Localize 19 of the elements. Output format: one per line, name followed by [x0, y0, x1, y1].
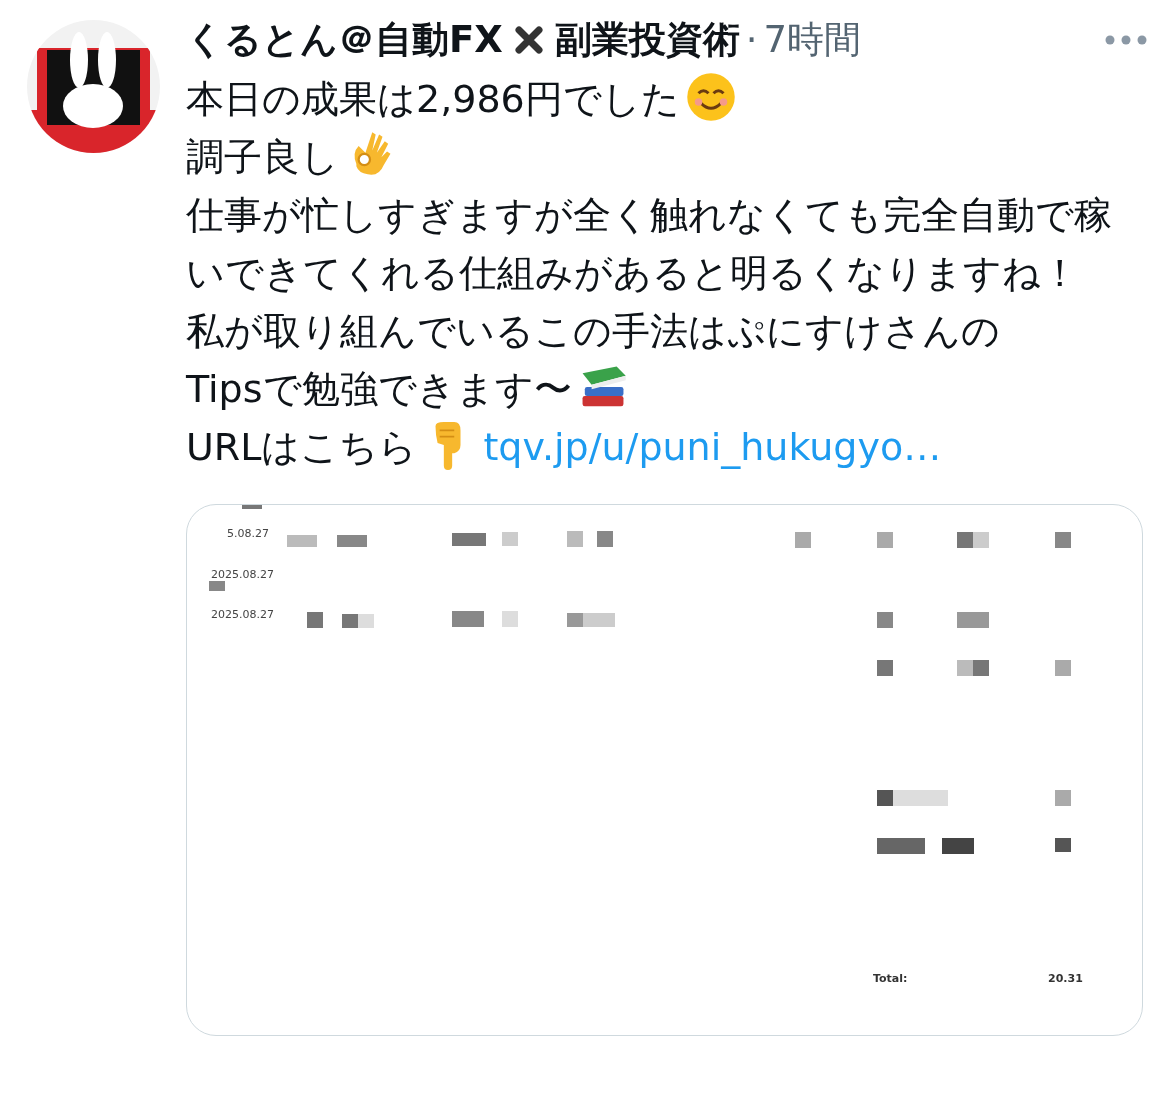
post-text: URLはこちら — [186, 425, 418, 469]
author-name-suffix[interactable]: 副業投資術 — [554, 15, 740, 65]
trade-date: 2025.08.27 — [211, 608, 274, 621]
smiling-face-icon — [685, 72, 736, 122]
trade-date: 2025.08.27 — [211, 568, 274, 581]
post-text: 私が取り組んでいるこの手法はぷにすけさんの — [186, 309, 1000, 353]
post-time[interactable]: 7時間 — [763, 15, 862, 65]
post-text: Tipsで勉強できます〜 — [186, 367, 572, 411]
total-label: Total: — [873, 972, 908, 985]
more-options-icon[interactable] — [1104, 34, 1148, 46]
total-value: 20.31 — [1048, 972, 1083, 985]
post-text: 本日の成果は2,986円でした — [186, 77, 680, 121]
separator-dot: · — [745, 18, 758, 62]
post-text: 仕事が忙しすぎますが全く触れなくても完全自動で稼いできてくれる仕組みがあると明るくなりますね！ — [186, 193, 1112, 295]
cross-mark-icon — [512, 24, 545, 56]
trade-date: 5.08.27 — [227, 527, 269, 540]
author-name[interactable]: くるとん＠自動FX — [186, 15, 503, 65]
attached-screenshot[interactable]: 5.08.27 2025.08.27 2025.08.27 Total: 20.31 — [186, 504, 1143, 1036]
post-text: 調子良し — [186, 135, 339, 179]
